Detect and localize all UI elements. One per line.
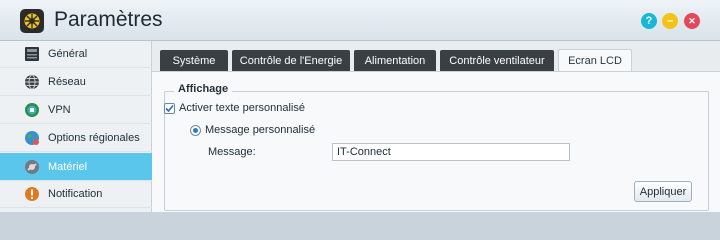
sidebar-item-label: Options régionales	[48, 132, 140, 144]
sidebar-item-network[interactable]: Réseau	[0, 69, 152, 96]
tab-fan-control[interactable]: Contrôle ventilateur	[440, 50, 554, 71]
network-icon	[24, 74, 40, 90]
tab-bar: Système Contrôle de l'Energie Alimentati…	[152, 41, 720, 72]
hardware-icon	[24, 159, 40, 175]
message-input[interactable]	[332, 143, 570, 161]
gear-wheel-icon	[20, 9, 44, 33]
tab-lcd-screen[interactable]: Ecran LCD	[558, 49, 632, 72]
close-button[interactable]: ✕	[684, 13, 700, 29]
sidebar-item-general[interactable]: Général	[0, 41, 152, 68]
checkmark-icon	[165, 104, 174, 113]
radio-selected-dot	[193, 128, 198, 133]
message-label: Message:	[208, 146, 256, 158]
custom-text-checkbox-label[interactable]: Activer texte personnalisé	[179, 102, 305, 114]
sidebar-item-label: Matériel	[48, 160, 88, 173]
minimize-button[interactable]: –	[662, 13, 678, 29]
sidebar-item-label: VPN	[48, 104, 71, 116]
tab-system[interactable]: Système	[160, 50, 228, 71]
minimize-icon: –	[666, 14, 674, 27]
close-icon: ✕	[688, 15, 696, 26]
sidebar: Général Réseau VPN Options régionales Ma…	[0, 41, 152, 212]
settings-window: Paramètres ? – ✕ Général Réseau VPN Opti…	[0, 0, 720, 212]
globe-icon	[24, 130, 40, 146]
tab-power-control[interactable]: Contrôle de l'Energie	[232, 50, 350, 71]
vpn-icon	[24, 102, 40, 118]
sidebar-item-hardware[interactable]: Matériel	[0, 153, 152, 181]
tab-power-supply[interactable]: Alimentation	[354, 50, 436, 71]
sidebar-item-regional-options[interactable]: Options régionales	[0, 125, 152, 152]
apply-button[interactable]: Appliquer	[634, 181, 692, 202]
sidebar-item-notification[interactable]: Notification	[0, 181, 152, 208]
help-icon: ?	[645, 14, 653, 27]
notification-icon	[24, 186, 40, 202]
sidebar-item-label: Notification	[48, 188, 103, 200]
custom-message-radio-label[interactable]: Message personnalisé	[205, 124, 315, 136]
custom-text-checkbox[interactable]	[164, 103, 175, 114]
sidebar-item-label: Réseau	[48, 76, 86, 88]
custom-message-radio[interactable]	[190, 125, 201, 136]
general-icon	[24, 46, 40, 62]
window-title: Paramètres	[54, 8, 163, 31]
tab-divider	[152, 71, 720, 72]
title-bar: Paramètres ? – ✕	[0, 0, 720, 41]
sidebar-item-label: Général	[48, 48, 88, 60]
content-panel: Système Contrôle de l'Energie Alimentati…	[152, 41, 720, 212]
section-legend: Affichage	[174, 83, 233, 95]
sidebar-item-vpn[interactable]: VPN	[0, 97, 152, 124]
help-button[interactable]: ?	[641, 13, 657, 29]
